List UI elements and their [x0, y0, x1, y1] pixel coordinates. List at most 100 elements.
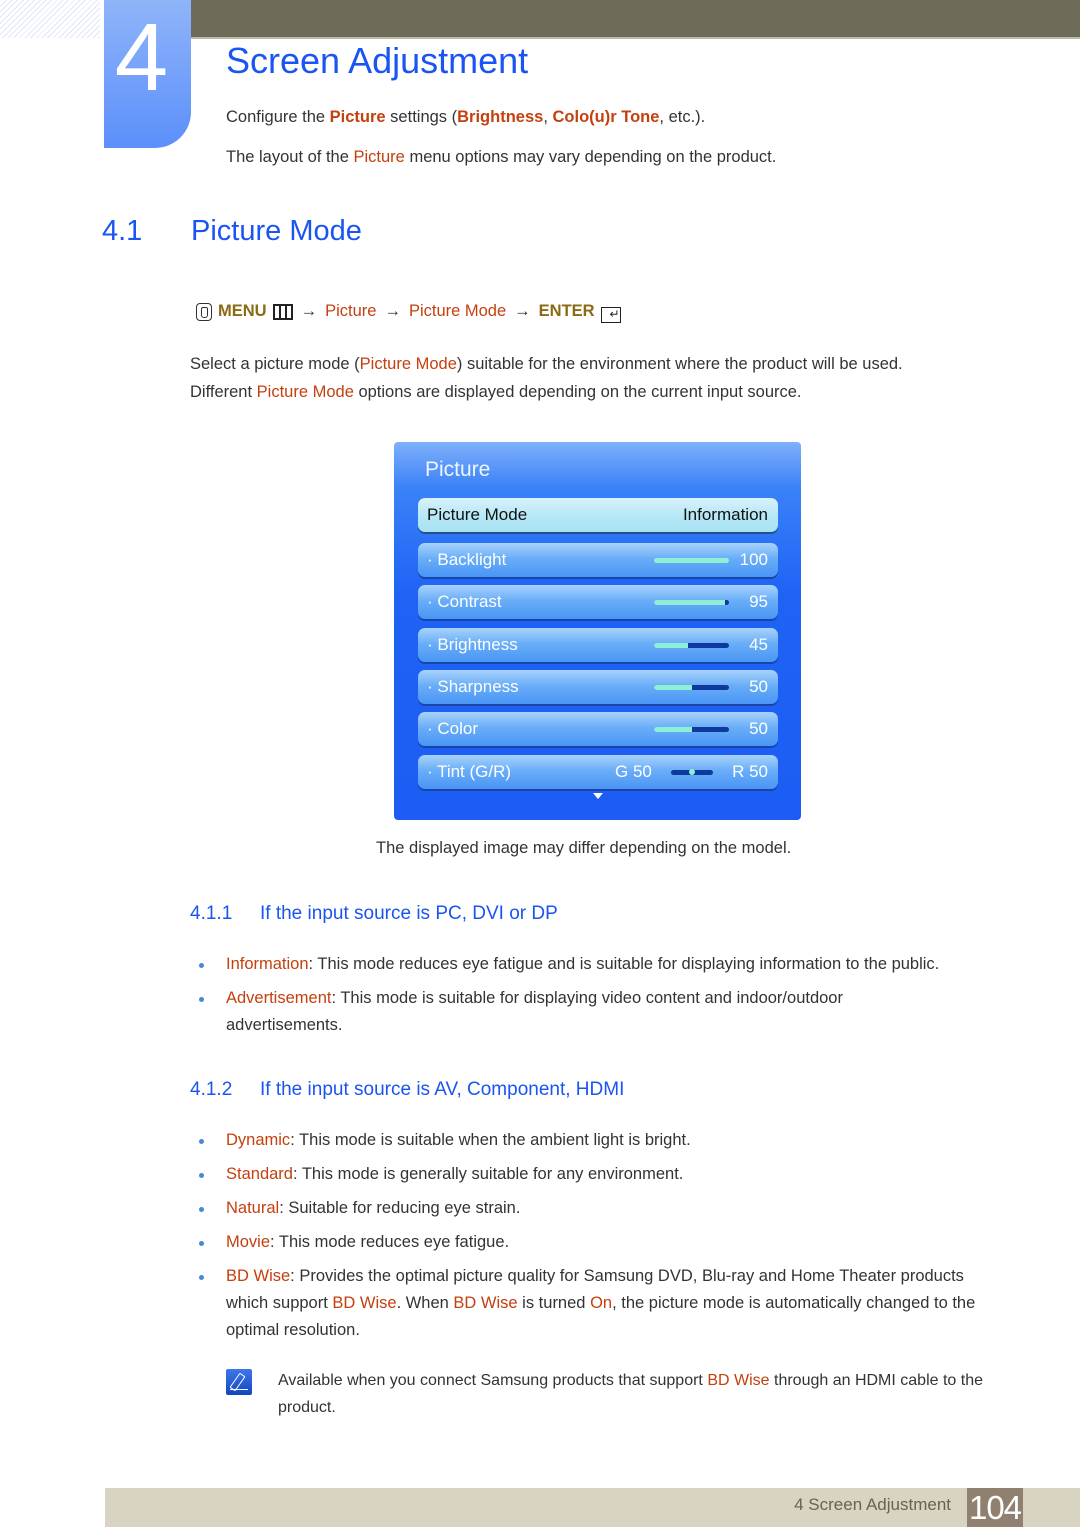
value-slider[interactable]	[654, 600, 729, 606]
osd-row-picture-mode[interactable]: Picture Mode Information	[418, 498, 778, 532]
text: , etc.).	[659, 108, 706, 126]
mode-term: BD Wise	[226, 1267, 291, 1285]
section-title-text: Picture Mode	[191, 215, 362, 247]
section-number: 4.1	[102, 215, 143, 247]
pc-mode-list: Information: This mode reduces eye fatig…	[190, 951, 1010, 1046]
enter-icon: ↵	[600, 306, 621, 323]
footer-chapter-label: 4 Screen Adjustment	[794, 1495, 951, 1514]
osd-row-label: · Brightness	[427, 634, 518, 654]
text: . When	[396, 1294, 454, 1312]
av-mode-list: Dynamic: This mode is suitable when the …	[190, 1127, 1010, 1351]
page-footer: 4 Screen Adjustment 104	[105, 1488, 1080, 1527]
list-item-bd-wise: BD Wise: Provides the optimal picture qu…	[190, 1263, 1010, 1344]
slider-fill	[654, 642, 688, 648]
term-picture: Picture	[353, 148, 405, 166]
osd-row-label: · Sharpness	[427, 676, 519, 696]
term-colour-tone: Colo(u)r Tone	[552, 108, 660, 126]
term-bd-wise: BD Wise	[707, 1372, 770, 1389]
text: ) suitable for the environment where the…	[456, 355, 903, 373]
menu-label: MENU	[218, 302, 267, 320]
osd-row-brightness[interactable]: · Brightness 45	[418, 627, 778, 662]
value-slider[interactable]	[654, 558, 729, 563]
arrow-icon: →	[514, 302, 531, 320]
subsection-title-text: If the input source is AV, Component, HD…	[260, 1079, 625, 1100]
text: The layout of the	[226, 148, 354, 166]
note-text: Available when you connect Samsung produ…	[278, 1367, 1008, 1421]
slider-fill	[654, 727, 692, 733]
value-slider[interactable]	[654, 684, 729, 690]
term-bd-wise: BD Wise	[453, 1294, 518, 1312]
text: options are displayed depending on the c…	[353, 383, 802, 401]
section-desc-2: Different Picture Mode options are displ…	[190, 383, 802, 402]
osd-row-label: Picture Mode	[427, 505, 528, 524]
list-item-standard: Standard: This mode is generally suitabl…	[190, 1161, 1010, 1188]
text: Different	[190, 383, 257, 401]
subsection-title-text: If the input source is PC, DVI or DP	[260, 903, 558, 924]
mode-desc: : This mode is suitable when the ambient…	[290, 1131, 691, 1149]
list-item-movie: Movie: This mode reduces eye fatigue.	[190, 1229, 1010, 1256]
arrow-icon: →	[300, 302, 318, 320]
osd-row-color[interactable]: · Color 50	[418, 712, 778, 747]
chapter-number-tab: 4	[104, 0, 191, 148]
osd-row-backlight[interactable]: · Backlight 100	[418, 543, 778, 577]
subsection-number: 4.1.2	[190, 1079, 233, 1100]
note-pencil-icon	[226, 1369, 252, 1395]
figure-caption: The displayed image may differ depending…	[376, 839, 792, 857]
list-item-dynamic: Dynamic: This mode is suitable when the …	[190, 1127, 1010, 1154]
osd-row-value: 45	[749, 634, 768, 654]
tint-slider-knob[interactable]	[689, 769, 695, 775]
text: settings (	[385, 108, 458, 126]
chapter-number: 4	[114, 4, 169, 111]
scroll-down-arrow-icon	[593, 793, 603, 799]
text: is turned	[517, 1294, 591, 1312]
mode-term: Movie	[226, 1233, 271, 1251]
enter-label: ENTER	[538, 302, 595, 320]
term-bd-wise: BD Wise	[332, 1294, 397, 1312]
osd-title: Picture	[425, 458, 491, 481]
term-picture: Picture	[329, 108, 386, 126]
section-desc-1: Select a picture mode (Picture Mode) sui…	[190, 355, 903, 374]
tint-g-value: G 50	[615, 762, 652, 781]
bullet-icon	[199, 1275, 204, 1280]
subsection-title-pc: 4.1.1 If the input source is PC, DVI or D…	[190, 903, 558, 925]
osd-row-tint[interactable]: · Tint (G/R) G 50 R 50	[418, 755, 778, 789]
bullet-icon	[199, 1139, 204, 1144]
osd-row-label: · Color	[427, 719, 479, 739]
path-step-picture-mode: Picture Mode	[408, 302, 507, 320]
value-slider[interactable]	[654, 727, 729, 733]
mode-term: Natural	[226, 1199, 280, 1217]
osd-row-value: 100	[739, 550, 768, 569]
list-item-information: Information: This mode reduces eye fatig…	[190, 951, 1010, 978]
menu-icon	[272, 303, 293, 320]
mode-desc: : This mode reduces eye fatigue.	[270, 1233, 510, 1251]
text: Configure the	[226, 108, 330, 126]
chapter-title: Screen Adjustment	[226, 40, 529, 81]
term-brightness: Brightness	[457, 108, 544, 126]
subsection-number: 4.1.1	[190, 903, 233, 924]
subsection-title-av: 4.1.2 If the input source is AV, Componen…	[190, 1079, 624, 1101]
osd-row-contrast[interactable]: · Contrast 95	[418, 585, 778, 620]
value-slider[interactable]	[654, 642, 729, 648]
path-step-picture: Picture	[325, 302, 377, 320]
chapter-intro-2: The layout of the Picture menu options m…	[226, 148, 776, 167]
term-picture-mode: Picture Mode	[359, 355, 457, 373]
text: menu options may vary depending on the p…	[404, 148, 777, 166]
osd-row-value: Information	[682, 505, 768, 524]
osd-row-sharpness[interactable]: · Sharpness 50	[418, 669, 778, 704]
osd-row-label: · Backlight	[427, 550, 507, 569]
mode-desc: : This mode is generally suitable for an…	[292, 1165, 684, 1183]
slider-fill	[654, 558, 729, 563]
term-on: On	[590, 1294, 613, 1312]
tint-slider[interactable]	[671, 769, 713, 775]
section-title: 4.1 Picture Mode	[102, 215, 362, 248]
bullet-icon	[199, 997, 204, 1002]
osd-row-label: · Tint (G/R)	[427, 762, 512, 781]
osd-row-label: · Contrast	[427, 592, 502, 612]
tint-r-value: R 50	[732, 762, 768, 781]
mode-term: Advertisement	[226, 989, 332, 1007]
mode-term: Information	[226, 955, 309, 973]
osd-row-value: 50	[749, 719, 768, 739]
text: Select a picture mode (	[190, 355, 360, 373]
mode-desc: : This mode reduces eye fatigue and is s…	[308, 955, 940, 973]
picture-menu-screenshot: Picture Picture Mode Information · Backl…	[394, 442, 801, 820]
